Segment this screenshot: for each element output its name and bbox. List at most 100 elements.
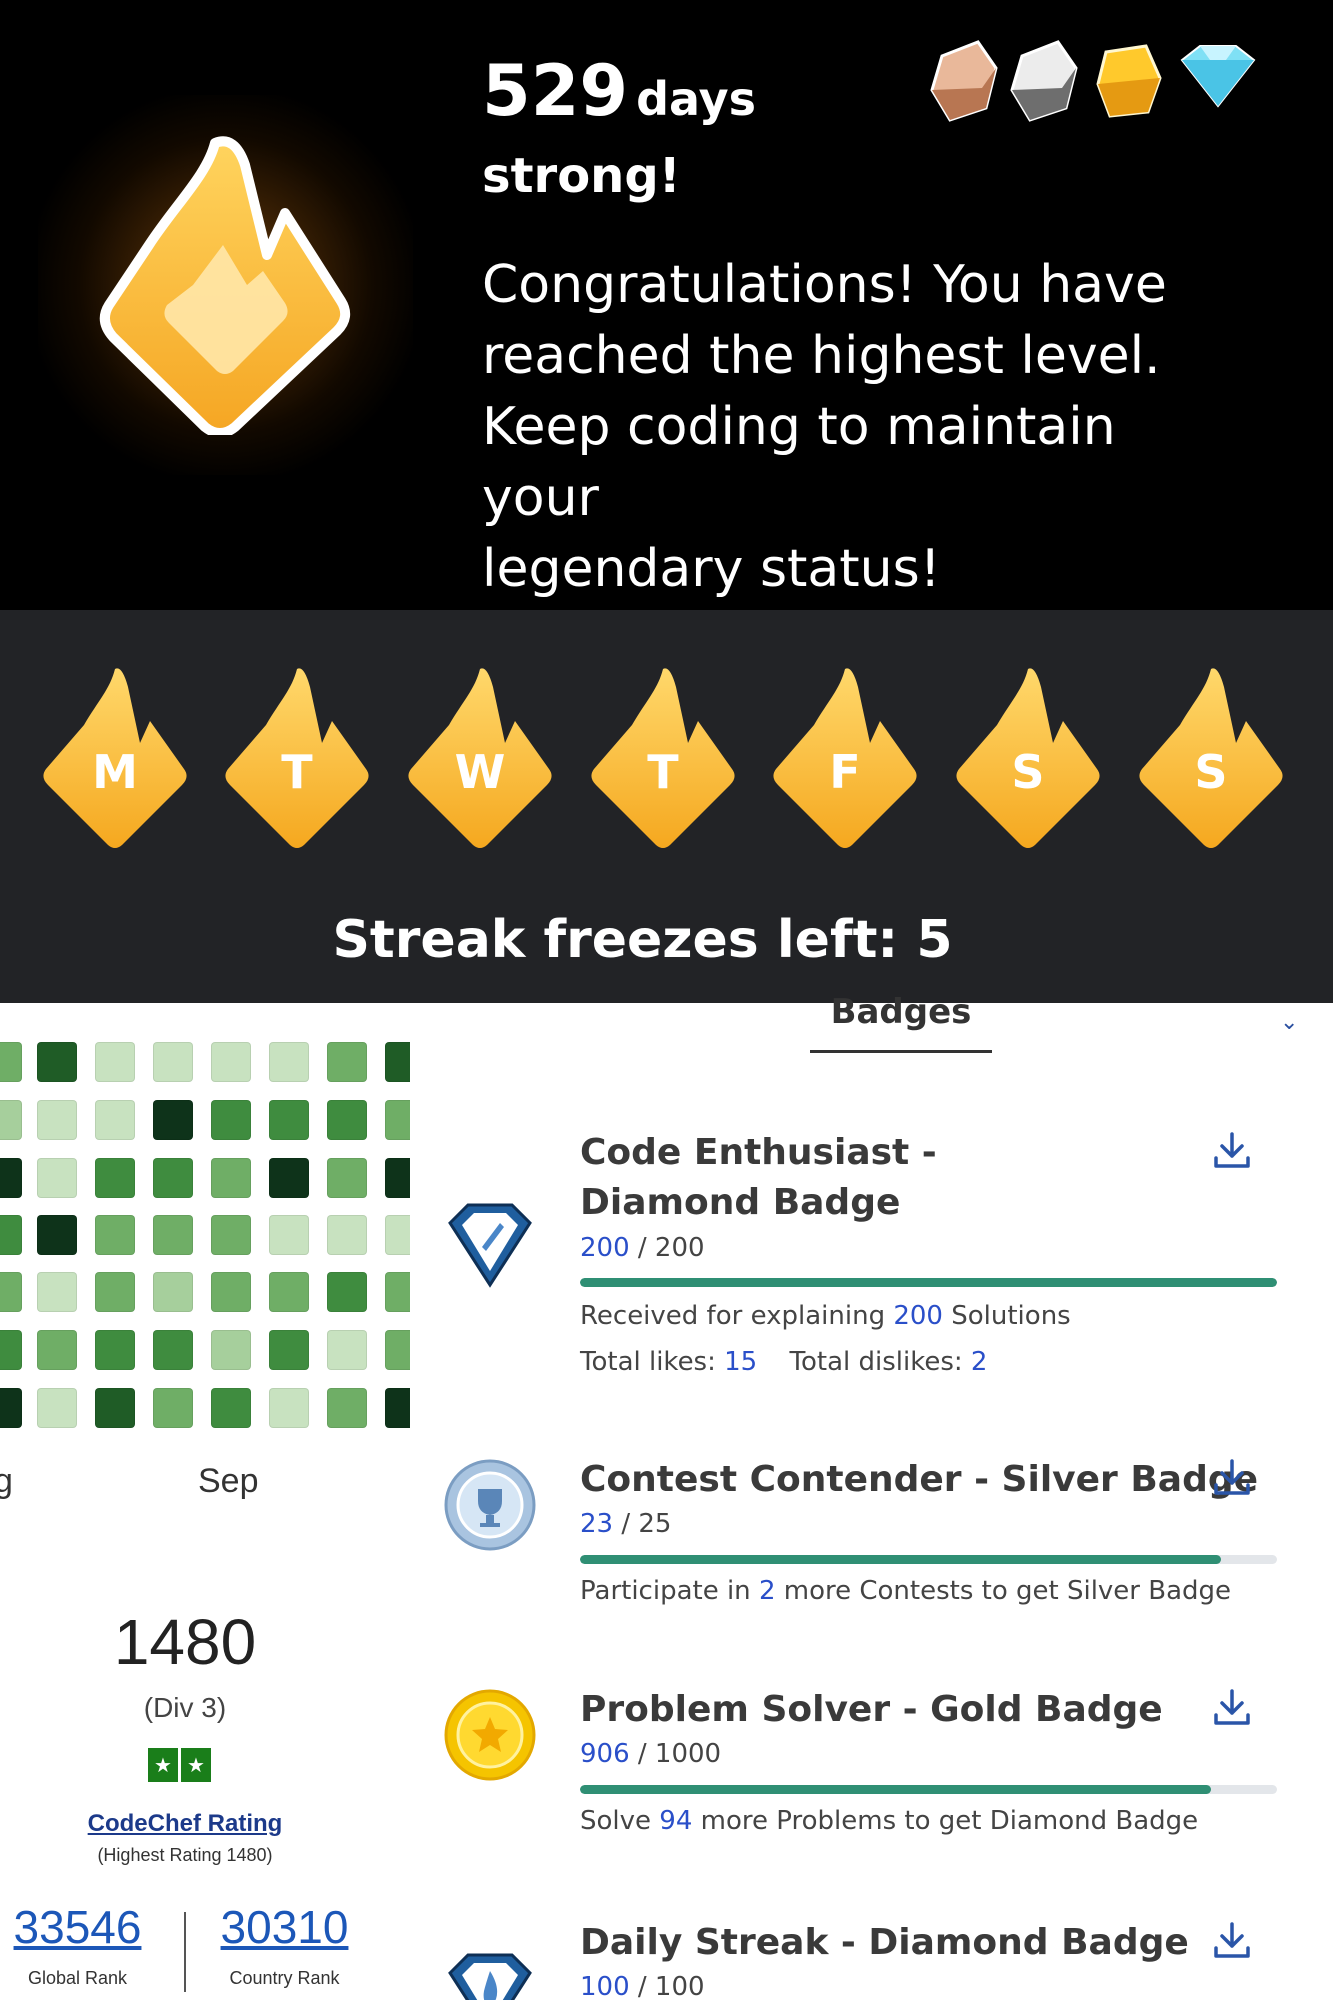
heatmap-cell[interactable]	[95, 1215, 135, 1255]
badge-title: Code Enthusiast - Diamond Badge	[580, 1132, 937, 1223]
heatmap-cell[interactable]	[385, 1388, 410, 1428]
badge-progress-current: 200	[580, 1233, 630, 1263]
global-rank-link[interactable]: 33546	[0, 1900, 155, 1954]
heatmap-cell[interactable]	[211, 1272, 251, 1312]
heatmap-cell[interactable]	[0, 1158, 22, 1198]
badge-card-code-enthusiast: Code Enthusiast - Diamond Badge 200 / 20…	[440, 1128, 1300, 1378]
silver-gem-icon	[1010, 40, 1078, 122]
badge-progress-current: 906	[580, 1739, 630, 1769]
heatmap-cell[interactable]	[37, 1158, 77, 1198]
heatmap-cell[interactable]	[0, 1272, 22, 1312]
heatmap-cell[interactable]	[153, 1215, 193, 1255]
badge-card-contest-contender: Contest Contender - Silver Badge 23 / 25…	[440, 1455, 1300, 1615]
country-rank-link[interactable]: 30310	[207, 1900, 362, 1954]
heatmap-cell[interactable]	[37, 1330, 77, 1370]
badge-description: Participate in 2 more Contests to get Si…	[580, 1576, 1232, 1606]
heatmap-cell[interactable]	[0, 1042, 22, 1082]
heatmap-cell[interactable]	[385, 1042, 410, 1082]
heatmap-cell[interactable]	[153, 1042, 193, 1082]
heatmap-cell[interactable]	[327, 1100, 367, 1140]
heatmap-cell[interactable]	[385, 1215, 410, 1255]
heatmap-cell[interactable]	[211, 1388, 251, 1428]
heatmap-cell[interactable]	[269, 1158, 309, 1198]
day-letter: F	[829, 745, 861, 799]
download-icon[interactable]	[1210, 1128, 1254, 1172]
heatmap-cell[interactable]	[327, 1215, 367, 1255]
heatmap-cell[interactable]	[327, 1042, 367, 1082]
diamond-flame-badge-icon	[448, 1953, 532, 2000]
silver-trophy-badge-icon	[444, 1459, 536, 1551]
heatmap-cell[interactable]	[385, 1100, 410, 1140]
heatmap-cell[interactable]	[153, 1100, 193, 1140]
day-streak-flame: F	[770, 665, 920, 850]
badge-progress-text: 100 / 100	[580, 1972, 705, 2000]
heatmap-cell[interactable]	[95, 1158, 135, 1198]
tab-active-underline	[810, 1050, 992, 1053]
heatmap-cell[interactable]	[211, 1215, 251, 1255]
heatmap-cell[interactable]	[37, 1272, 77, 1312]
codechef-rating-link[interactable]: CodeChef Rating	[40, 1810, 330, 1838]
heatmap-cell[interactable]	[327, 1330, 367, 1370]
heatmap-cell[interactable]	[269, 1388, 309, 1428]
rating-division: (Div 3)	[143, 1692, 227, 1723]
heatmap-cell[interactable]	[95, 1042, 135, 1082]
badge-progress-bar	[580, 1278, 1277, 1287]
heatmap-cell[interactable]	[269, 1272, 309, 1312]
day-streak-flame: T	[588, 665, 738, 850]
heatmap-cell[interactable]	[0, 1215, 22, 1255]
heatmap-cell[interactable]	[0, 1330, 22, 1370]
heatmap-cell[interactable]	[269, 1042, 309, 1082]
heatmap-cell[interactable]	[327, 1158, 367, 1198]
heatmap-cell[interactable]	[269, 1330, 309, 1370]
heatmap-cell[interactable]	[385, 1272, 410, 1312]
day-letter: W	[454, 745, 506, 799]
download-icon[interactable]	[1210, 1455, 1254, 1499]
badge-progress-total: / 1000	[637, 1739, 722, 1769]
star-icon: ★	[148, 1748, 178, 1782]
heatmap-cell[interactable]	[153, 1388, 193, 1428]
heatmap-cell[interactable]	[0, 1100, 22, 1140]
streak-strong-label: strong!	[482, 148, 681, 204]
heatmap-cell[interactable]	[37, 1100, 77, 1140]
month-label: Sep	[198, 1462, 259, 1500]
badge-progress-total: / 100	[637, 1972, 705, 2000]
tab-badges[interactable]: Badges	[810, 986, 992, 1054]
heatmap-cell[interactable]	[211, 1158, 251, 1198]
gold-badge-icon	[444, 1689, 536, 1781]
diamond-gem-icon	[1180, 45, 1256, 108]
heatmap-cell[interactable]	[153, 1330, 193, 1370]
heatmap-cell[interactable]	[327, 1272, 367, 1312]
badge-card-daily-streak: Daily Streak - Diamond Badge 100 / 100	[440, 1918, 1300, 2000]
heatmap-cell[interactable]	[37, 1388, 77, 1428]
heatmap-cell[interactable]	[385, 1158, 410, 1198]
heatmap-cell[interactable]	[0, 1388, 22, 1428]
highest-rating: (Highest Rating 1480)	[97, 1845, 273, 1865]
day-streak-flame: S	[1136, 665, 1286, 850]
heatmap-cell[interactable]	[153, 1158, 193, 1198]
heatmap-cell[interactable]	[211, 1330, 251, 1370]
heatmap-cell[interactable]	[327, 1388, 367, 1428]
chevron-down-icon[interactable]: ⌄	[1280, 1010, 1298, 1035]
heatmap-cell[interactable]	[211, 1100, 251, 1140]
heatmap-cell[interactable]	[95, 1272, 135, 1312]
heatmap-cell[interactable]	[95, 1100, 135, 1140]
badge-title: Daily Streak - Diamond Badge	[580, 1922, 1189, 1963]
badge-progress-text: 23 / 25	[580, 1509, 671, 1539]
heatmap-cell[interactable]	[211, 1042, 251, 1082]
heatmap-cell[interactable]	[37, 1215, 77, 1255]
heatmap-cell[interactable]	[385, 1330, 410, 1370]
heatmap-cell[interactable]	[37, 1042, 77, 1082]
streak-days: 529 days	[482, 50, 756, 132]
heatmap-cell[interactable]	[95, 1330, 135, 1370]
day-streak-flame: W	[405, 665, 555, 850]
heatmap-cell[interactable]	[153, 1272, 193, 1312]
download-icon[interactable]	[1210, 1685, 1254, 1729]
heatmap-cell[interactable]	[269, 1100, 309, 1140]
heatmap-cell[interactable]	[269, 1215, 309, 1255]
badge-title: Contest Contender - Silver Badge	[580, 1459, 1259, 1500]
streak-days-unit: days	[636, 72, 757, 126]
heatmap-cell[interactable]	[95, 1388, 135, 1428]
download-icon[interactable]	[1210, 1918, 1254, 1962]
badge-progress-text: 200 / 200	[580, 1233, 705, 1263]
badge-progress-text: 906 / 1000	[580, 1739, 721, 1769]
